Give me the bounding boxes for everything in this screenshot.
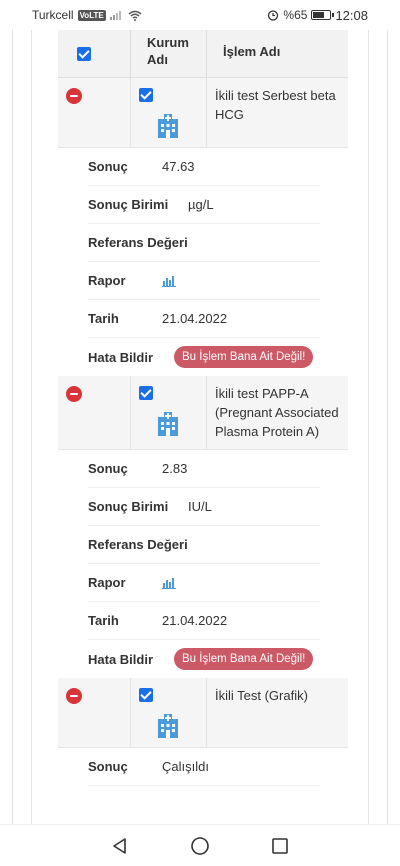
select-all-checkbox[interactable] [77,46,91,61]
header-kurum: Kurum Adı [130,30,206,77]
clock: 12:08 [335,7,368,23]
page-content[interactable]: Kurum Adı İşlem Adı İkili test Serbest b… [0,30,400,824]
procedure-name: İkili Test (Grafik) [206,678,348,747]
alarm-icon [268,10,279,21]
table-row: İkili test Serbest beta HCG [58,78,348,148]
date-value: 21.04.2022 [162,311,228,326]
row-details: Sonuç Çalışıldı [58,748,348,786]
carrier-name: Turkcell [32,8,74,22]
date-value: 21.04.2022 [162,613,228,628]
back-icon[interactable] [111,837,129,855]
battery-percent: %65 [283,8,308,22]
unit-value: µg/L [188,197,214,212]
table-row: İkili Test (Grafik) [58,678,348,748]
recents-icon[interactable] [271,837,289,855]
result-value: 47.63 [162,159,195,174]
chart-icon[interactable] [162,577,176,589]
procedure-name: İkili test Serbest beta HCG [206,78,348,147]
header-select-cell [58,30,130,77]
table-header: Kurum Adı İşlem Adı [58,30,348,78]
wifi-icon [128,10,142,21]
unit-label: Sonuç Birimi [88,499,169,514]
result-label: Sonuç [88,461,128,476]
date-label: Tarih [88,311,119,326]
battery-icon [311,10,335,20]
result-label: Sonuç [88,159,128,174]
status-left: Turkcell VoLTE [32,8,142,22]
hospital-icon [158,714,178,738]
signal-icon [109,11,121,20]
table-row: İkili test PAPP-A (Pregnant Associated P… [58,376,348,450]
not-mine-button[interactable]: Bu İşlem Bana Ait Değil! [174,346,314,368]
procedure-name: İkili test PAPP-A (Pregnant Associated P… [206,376,348,449]
result-value: 2.83 [162,461,188,476]
collapse-button[interactable] [66,88,82,104]
report-label: Rapor [88,575,126,590]
not-mine-button[interactable]: Bu İşlem Bana Ait Değil! [174,648,314,670]
report-error-label: Hata Bildir [88,349,154,365]
report-label: Rapor [88,273,126,288]
home-icon[interactable] [190,836,210,856]
collapse-button[interactable] [66,386,82,402]
row-checkbox[interactable] [139,88,153,102]
result-label: Sonuç [88,759,128,774]
unit-label: Sonuç Birimi [88,197,169,212]
system-nav-bar [0,824,400,866]
hospital-icon [158,114,178,138]
chart-icon[interactable] [162,275,176,287]
status-bar: Turkcell VoLTE %65 12:08 [0,0,400,30]
frame-left [12,30,32,824]
result-value: Çalışıldı [162,759,209,774]
results-table: Kurum Adı İşlem Adı İkili test Serbest b… [58,30,348,786]
date-label: Tarih [88,613,119,628]
collapse-button[interactable] [66,688,82,704]
report-error-label: Hata Bildir [88,651,154,667]
status-right: %65 12:08 [267,8,368,23]
unit-value: IU/L [188,499,212,514]
row-details: Sonuç 2.83 Sonuç Birimi IU/L Referans De… [58,450,348,678]
row-details: Sonuç 47.63 Sonuç Birimi µg/L Referans D… [58,148,348,376]
hospital-icon [158,412,178,436]
reference-label: Referans Değeri [88,235,188,250]
frame-right [368,30,388,824]
row-checkbox[interactable] [139,386,153,400]
header-islem: İşlem Adı [206,30,348,77]
volte-badge: VoLTE [77,9,106,21]
reference-label: Referans Değeri [88,537,188,552]
row-checkbox[interactable] [139,688,153,702]
